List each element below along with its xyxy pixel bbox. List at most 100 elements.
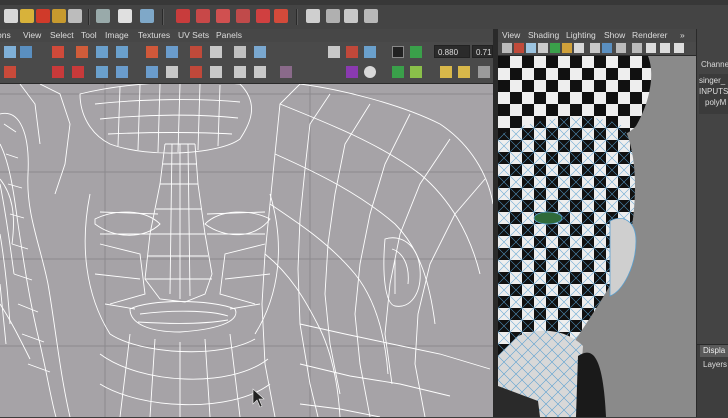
magnet-icon[interactable] (274, 9, 288, 23)
hud-icon[interactable] (632, 43, 642, 53)
move-tool-icon[interactable] (20, 46, 32, 58)
checker-icon[interactable] (392, 66, 404, 78)
snap-grid-icon[interactable] (176, 9, 190, 23)
sphere-icon[interactable] (364, 66, 376, 78)
menu-tool[interactable]: Tool (81, 30, 97, 40)
new-scene-icon[interactable] (4, 9, 18, 23)
uv-value-field-1[interactable]: 0.880 (434, 45, 470, 58)
bookmark-icon[interactable] (514, 43, 524, 53)
uv-value-field-2[interactable]: 0.71 (472, 45, 493, 58)
uv-relax-icon[interactable] (234, 46, 246, 58)
uv-unitize-icon[interactable] (72, 66, 84, 78)
snap-point-icon[interactable] (216, 9, 230, 23)
menu-textures[interactable]: Textures (138, 30, 170, 40)
color-ramp-icon[interactable] (346, 66, 358, 78)
open-scene-icon[interactable] (20, 9, 34, 23)
menu-panels[interactable]: Panels (216, 30, 242, 40)
shaded-uv-icon[interactable] (4, 66, 16, 78)
input-node[interactable]: polyM (705, 98, 726, 107)
mouse-cursor (252, 388, 265, 408)
shelf-separator (162, 9, 164, 25)
menu-options[interactable]: ons (0, 30, 11, 40)
checker-icon[interactable] (410, 66, 422, 78)
copy-uv-icon[interactable] (440, 66, 452, 78)
uv-editor-menubar: ons View Select Tool Image Textures UV S… (0, 29, 493, 42)
menu-view[interactable]: View (23, 30, 41, 40)
paste-uv-icon[interactable] (458, 66, 470, 78)
uv-align-icon[interactable] (190, 46, 202, 58)
menu-renderer[interactable]: Renderer (632, 30, 667, 40)
uv-texture-icon[interactable] (254, 66, 266, 78)
uv-face-wireframe (0, 84, 493, 417)
uv-split-icon[interactable] (146, 66, 158, 78)
uv-layout-icon[interactable] (146, 46, 158, 58)
uv-tile-icon[interactable] (280, 66, 292, 78)
uv-mirror-icon[interactable] (96, 66, 108, 78)
lasso-icon[interactable] (118, 9, 132, 23)
snap-live-icon[interactable] (256, 9, 270, 23)
channel-box-title[interactable]: Channel (701, 60, 728, 69)
main-shelf (0, 5, 728, 30)
isolate-icon[interactable] (616, 43, 626, 53)
snap-view-icon[interactable] (236, 9, 250, 23)
menu-lighting[interactable]: Lighting (566, 30, 596, 40)
menu-image[interactable]: Image (105, 30, 129, 40)
uv-distort-icon[interactable] (234, 66, 246, 78)
uv-rotate-icon[interactable] (76, 46, 88, 58)
camera-icon[interactable] (502, 43, 512, 53)
shelf-separator (296, 9, 298, 25)
uv-flip-icon[interactable] (52, 46, 64, 58)
render-view-icon[interactable] (364, 9, 378, 23)
perspective-viewport[interactable] (498, 56, 696, 417)
inputs-label: INPUTS (699, 87, 728, 96)
shaded-icon[interactable] (550, 43, 560, 53)
uv-refresh-icon[interactable] (346, 46, 358, 58)
textured-icon[interactable] (562, 43, 572, 53)
menu-shading[interactable]: Shading (528, 30, 559, 40)
move-tool-icon[interactable] (140, 9, 154, 23)
resolution-icon[interactable] (660, 43, 670, 53)
uv-straighten-icon[interactable] (210, 46, 222, 58)
grid-toggle-icon[interactable] (328, 46, 340, 58)
object-name[interactable]: singer_ (699, 76, 725, 85)
render-icon[interactable] (326, 9, 340, 23)
xray-icon[interactable] (602, 43, 612, 53)
ipr-render-icon[interactable] (344, 9, 358, 23)
uv-grid-icon[interactable] (190, 66, 202, 78)
menu-show[interactable]: Show (604, 30, 625, 40)
wireframe-icon[interactable] (538, 43, 548, 53)
uv-snapshot-icon[interactable] (364, 46, 376, 58)
clipboard-icon[interactable] (478, 66, 490, 78)
pdf-icon[interactable] (36, 9, 50, 23)
lights-icon[interactable] (574, 43, 584, 53)
uv-unfold-icon[interactable] (166, 46, 178, 58)
select-tool-icon[interactable] (96, 9, 110, 23)
uv-smudge-icon[interactable] (254, 46, 266, 58)
uv-select-icon[interactable] (4, 46, 16, 58)
uv-shell-icon[interactable] (166, 66, 178, 78)
uv-merge-icon[interactable] (116, 66, 128, 78)
viewport-render (498, 56, 652, 417)
open-scene-icon[interactable] (52, 9, 66, 23)
uv-snap-icon[interactable] (210, 66, 222, 78)
display-tab[interactable]: Displa (700, 345, 728, 357)
uv-normalize-icon[interactable] (52, 66, 64, 78)
menu-view[interactable]: View (502, 30, 520, 40)
snap-curve-icon[interactable] (196, 9, 210, 23)
menu-overflow[interactable]: » (680, 30, 685, 40)
shadows-icon[interactable] (590, 43, 600, 53)
uv-sew-icon[interactable] (116, 46, 128, 58)
save-scene-icon[interactable] (68, 9, 82, 23)
render-settings-icon[interactable] (306, 9, 320, 23)
gate-icon[interactable] (646, 43, 656, 53)
grid-toggle-icon[interactable] (526, 43, 536, 53)
dim-image-icon[interactable] (392, 46, 404, 58)
uv-editor-canvas[interactable] (0, 84, 493, 417)
menu-select[interactable]: Select (50, 30, 74, 40)
safe-area-icon[interactable] (674, 43, 684, 53)
uv-cut-icon[interactable] (96, 46, 108, 58)
menu-uv-sets[interactable]: UV Sets (178, 30, 209, 40)
pin-icon[interactable] (410, 46, 422, 58)
channel-box-list[interactable]: singer_ INPUTS polyM (699, 74, 728, 114)
layers-menu[interactable]: Layers (703, 360, 727, 369)
